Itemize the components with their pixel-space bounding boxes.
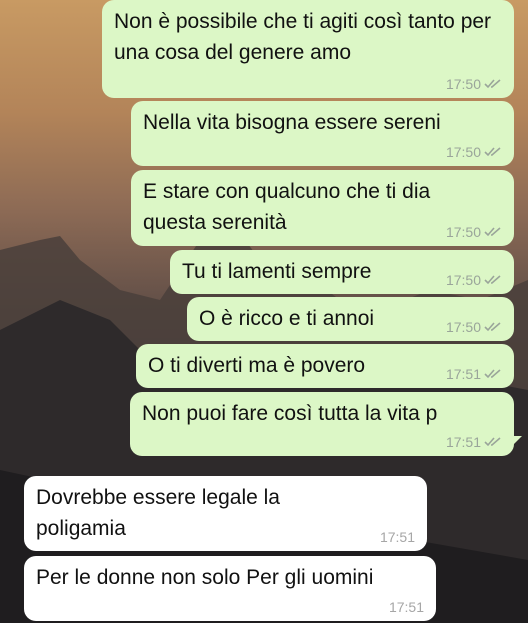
message-meta: 17:51 [380,529,415,545]
bubble-tail [512,436,522,446]
message-time: 17:51 [388,599,424,615]
message-meta: 17:50 [446,224,502,240]
message-bubble-outgoing[interactable]: Tu ti lamenti sempre 17:50 [170,250,514,294]
double-check-icon [484,147,501,157]
message-meta: 17:50 [446,76,502,92]
message-meta: 17:50 [446,319,502,335]
message-bubble-outgoing[interactable]: O è ricco e ti annoi 17:50 [187,297,514,341]
message-time: 17:50 [445,144,481,160]
message-text: Per le donne non solo Per gli uomini [36,566,374,589]
message-meta: 17:51 [446,366,502,382]
message-meta: 17:50 [446,272,502,288]
message-time: 17:50 [445,76,481,92]
message-meta: 17:50 [446,144,502,160]
double-check-icon [484,79,501,89]
double-check-icon [484,437,501,447]
double-check-icon [484,275,501,285]
message-text: Non è possibile che ti agiti così tanto … [114,10,492,64]
message-text: Non puoi fare così tutta la vita p [142,402,438,425]
double-check-icon [484,322,501,332]
double-check-icon [484,227,501,237]
message-bubble-outgoing[interactable]: Non è possibile che ti agiti così tanto … [102,0,514,98]
message-bubble-outgoing[interactable]: O ti diverti ma è povero 17:51 [136,344,514,388]
message-time: 17:51 [445,366,481,382]
message-bubble-incoming[interactable]: Per le donne non solo Per gli uomini 17:… [24,556,436,621]
message-bubble-outgoing[interactable]: E stare con qualcuno che ti dia questa s… [131,170,514,246]
message-bubble-outgoing[interactable]: Non puoi fare così tutta la vita p 17:51 [130,392,522,456]
message-text: Dovrebbe essere legale la poligamia [36,486,280,540]
message-bubble-outgoing[interactable]: Nella vita bisogna essere sereni 17:50 [131,101,514,166]
message-text: Nella vita bisogna essere sereni [143,111,441,134]
message-time: 17:50 [445,224,481,240]
message-time: 17:50 [445,272,481,288]
message-meta: 17:51 [389,599,424,615]
message-meta: 17:51 [446,434,502,450]
double-check-icon [484,369,501,379]
message-time: 17:51 [445,434,481,450]
message-time: 17:51 [379,529,415,545]
message-text: E stare con qualcuno che ti dia questa s… [143,180,431,234]
message-time: 17:50 [445,319,481,335]
message-bubble-incoming[interactable]: Dovrebbe essere legale la poligamia 17:5… [24,476,427,551]
